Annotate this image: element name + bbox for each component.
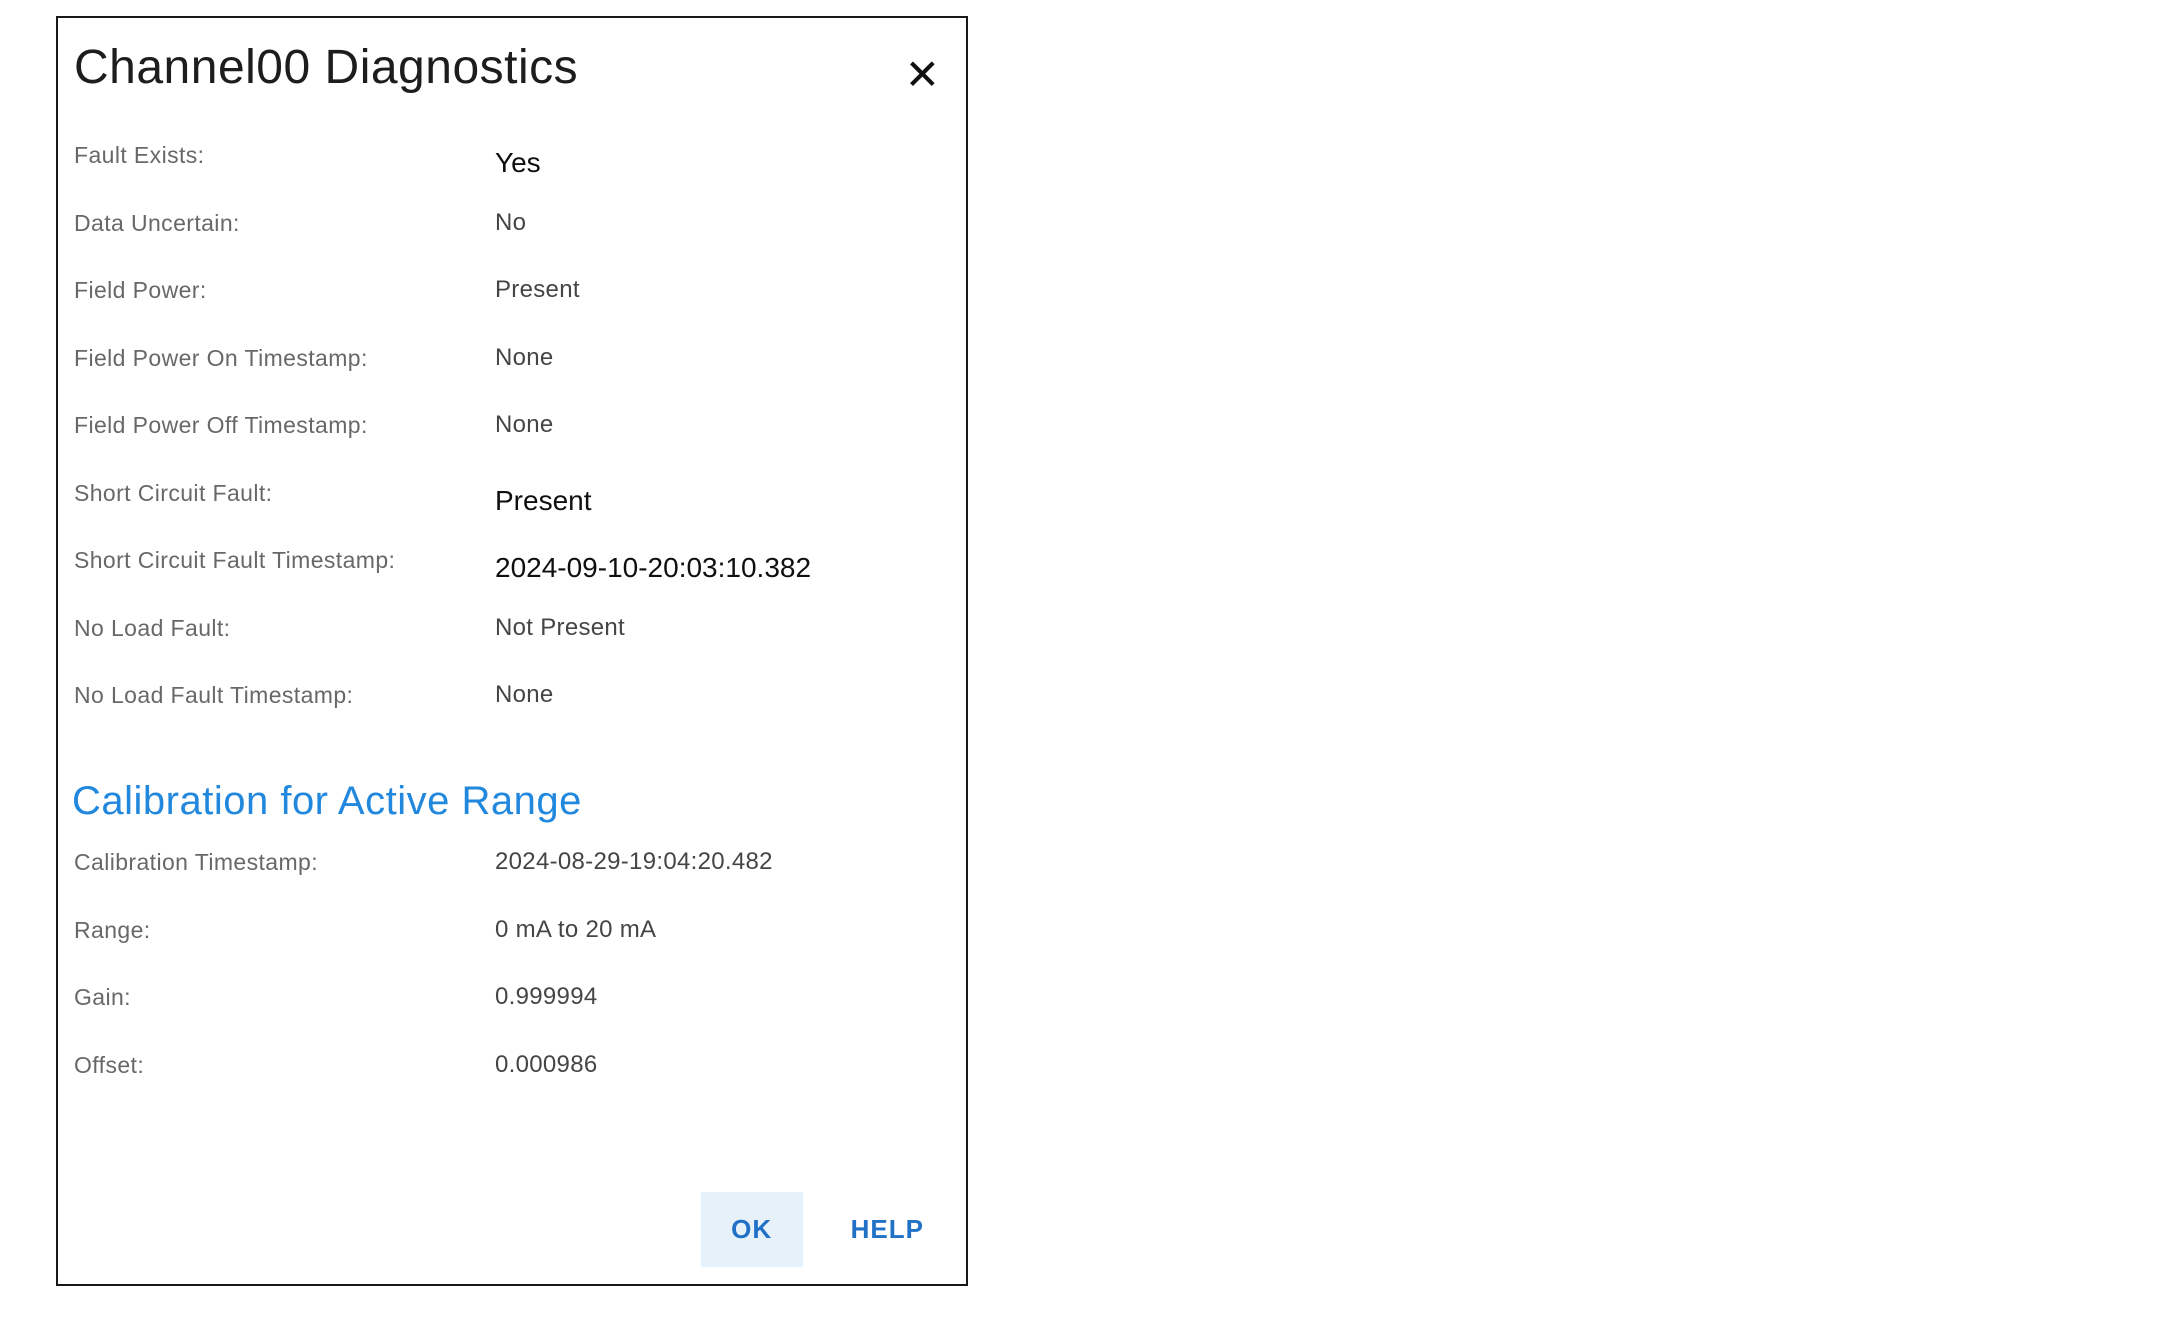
- row-label: Short Circuit Fault Timestamp:: [74, 545, 495, 575]
- row-label: Data Uncertain:: [74, 208, 495, 238]
- row-value: Not Present: [495, 613, 625, 643]
- row-value: 2024-08-29-19:04:20.482: [495, 847, 773, 877]
- row-value: No: [495, 208, 526, 238]
- row-value: None: [495, 680, 554, 710]
- row-field-power: Field Power: Present: [74, 275, 942, 343]
- row-no-load-fault: No Load Fault: Not Present: [74, 613, 942, 681]
- row-label: Gain:: [74, 982, 495, 1012]
- row-value: 0.999994: [495, 982, 598, 1012]
- row-range: Range: 0 mA to 20 mA: [74, 915, 942, 983]
- row-offset: Offset: 0.000986: [74, 1050, 942, 1118]
- row-label: No Load Fault Timestamp:: [74, 680, 495, 710]
- channel-diagnostics-dialog: Channel00 Diagnostics ✕ Fault Exists: Ye…: [56, 16, 968, 1286]
- row-value: Present: [495, 486, 592, 516]
- row-label: Field Power Off Timestamp:: [74, 410, 495, 440]
- row-value: Present: [495, 275, 580, 305]
- row-field-power-off-timestamp: Field Power Off Timestamp: None: [74, 410, 942, 478]
- row-value: 0.000986: [495, 1050, 598, 1080]
- row-value: Yes: [495, 148, 541, 178]
- row-value: None: [495, 410, 554, 440]
- row-value: 0 mA to 20 mA: [495, 915, 656, 945]
- ok-button[interactable]: OK: [701, 1192, 803, 1267]
- row-label: Offset:: [74, 1050, 495, 1080]
- row-field-power-on-timestamp: Field Power On Timestamp: None: [74, 343, 942, 411]
- row-label: Field Power On Timestamp:: [74, 343, 495, 373]
- row-value: 2024-09-10-20:03:10.382: [495, 553, 811, 583]
- row-short-circuit-fault-timestamp: Short Circuit Fault Timestamp: 2024-09-1…: [74, 545, 942, 613]
- row-gain: Gain: 0.999994: [74, 982, 942, 1050]
- row-label: Range:: [74, 915, 495, 945]
- row-fault-exists: Fault Exists: Yes: [74, 140, 942, 208]
- help-button[interactable]: HELP: [851, 1214, 924, 1245]
- dialog-title: Channel00 Diagnostics: [74, 38, 578, 98]
- calibration-section-heading: Calibration for Active Range: [72, 777, 582, 825]
- diagnostics-list: Fault Exists: Yes Data Uncertain: No Fie…: [74, 140, 942, 748]
- row-label: Field Power:: [74, 275, 495, 305]
- row-label: No Load Fault:: [74, 613, 495, 643]
- dialog-footer: OK HELP: [701, 1192, 924, 1267]
- row-calibration-timestamp: Calibration Timestamp: 2024-08-29-19:04:…: [74, 847, 942, 915]
- row-label: Short Circuit Fault:: [74, 478, 495, 508]
- close-icon[interactable]: ✕: [903, 52, 942, 98]
- row-data-uncertain: Data Uncertain: No: [74, 208, 942, 276]
- row-value: None: [495, 343, 554, 373]
- row-short-circuit-fault: Short Circuit Fault: Present: [74, 478, 942, 546]
- row-label: Fault Exists:: [74, 140, 495, 170]
- row-no-load-fault-timestamp: No Load Fault Timestamp: None: [74, 680, 942, 748]
- calibration-list: Calibration Timestamp: 2024-08-29-19:04:…: [74, 847, 942, 1117]
- row-label: Calibration Timestamp:: [74, 847, 495, 877]
